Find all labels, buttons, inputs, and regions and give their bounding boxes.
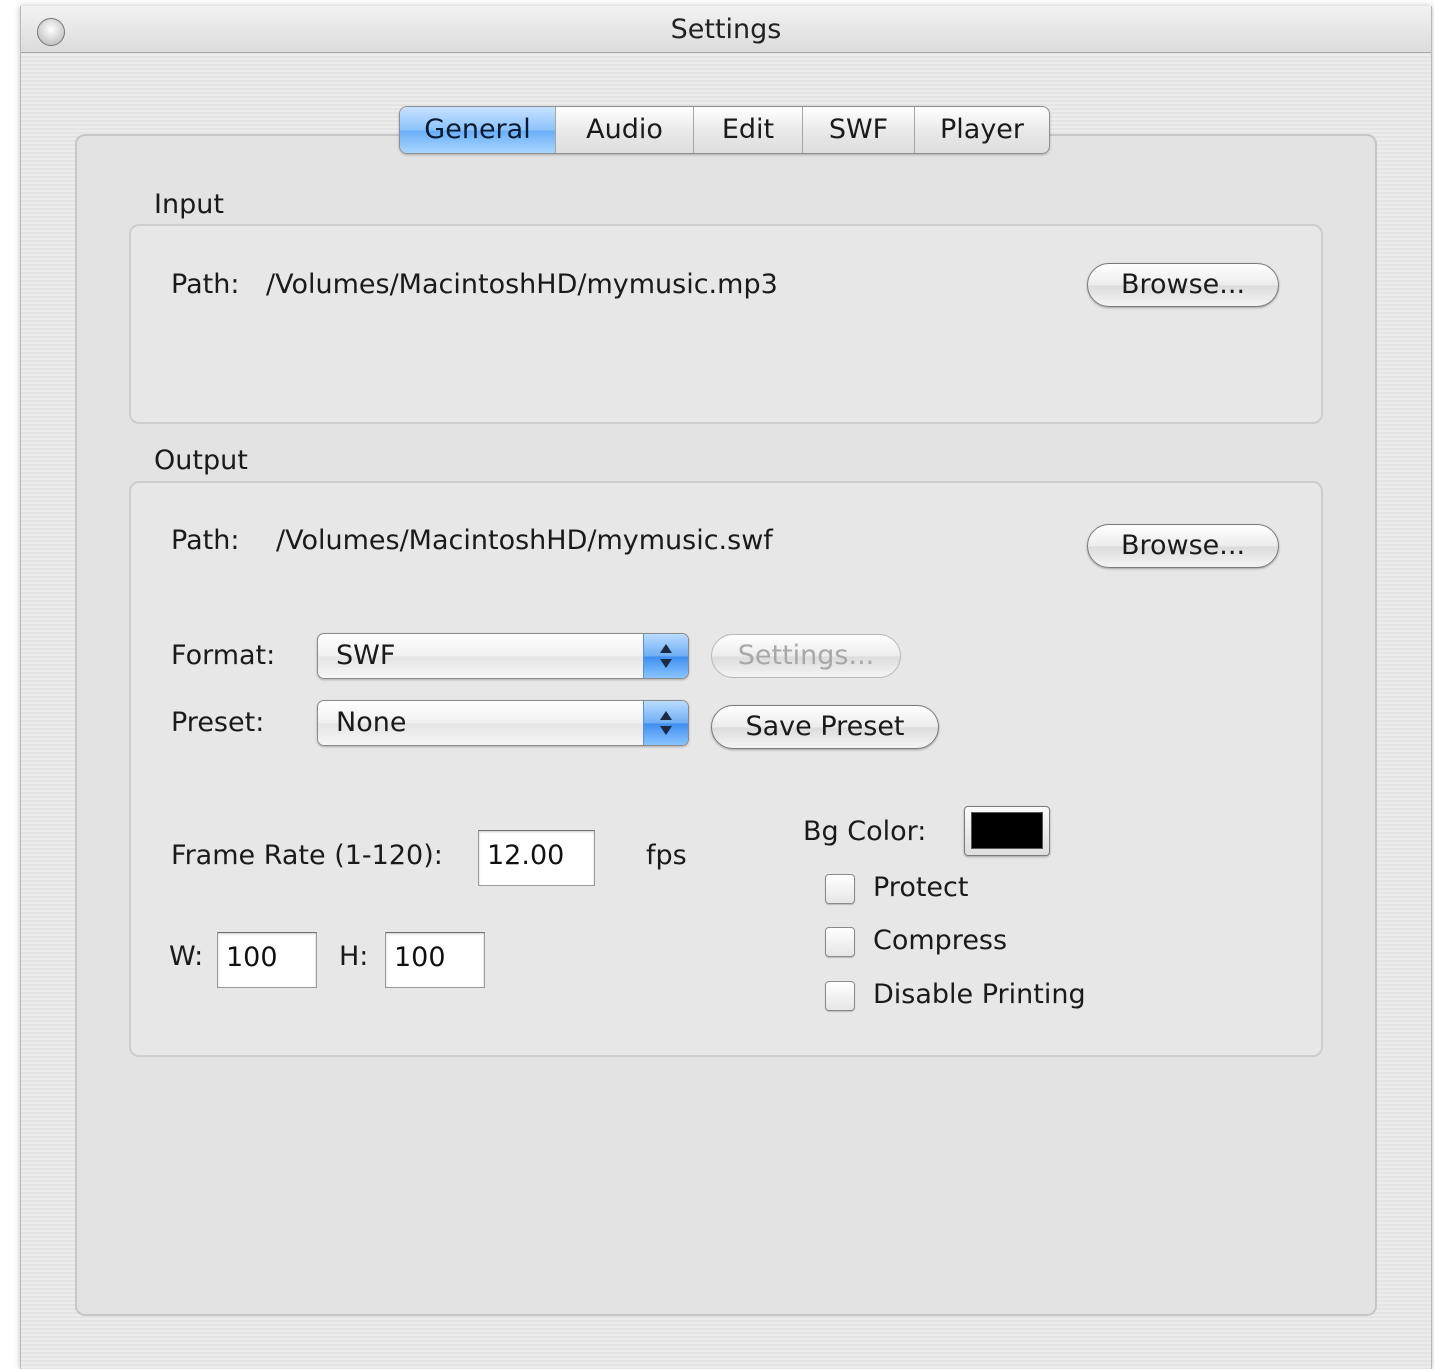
input-group xyxy=(129,224,1323,424)
protect-checkbox[interactable] xyxy=(825,874,855,904)
input-path-value: /Volumes/MacintoshHD/mymusic.mp3 xyxy=(266,269,778,300)
title-bar[interactable]: Settings xyxy=(21,6,1431,53)
popup-arrows-icon xyxy=(643,634,688,678)
compress-checkbox[interactable] xyxy=(825,927,855,957)
tab-edit[interactable]: Edit xyxy=(694,107,803,153)
format-label: Format: xyxy=(171,640,276,671)
tab-audio[interactable]: Audio xyxy=(556,107,694,153)
preset-select[interactable]: None xyxy=(317,700,689,746)
frame-rate-input[interactable]: 12.00 xyxy=(478,830,595,886)
disable-printing-checkbox[interactable] xyxy=(825,981,855,1011)
popup-arrows-icon xyxy=(643,701,688,745)
protect-label: Protect xyxy=(873,872,969,903)
format-select-value: SWF xyxy=(336,640,396,671)
height-input[interactable]: 100 xyxy=(385,932,485,988)
format-select[interactable]: SWF xyxy=(317,633,689,679)
preset-select-value: None xyxy=(336,707,407,738)
output-path-label: Path: xyxy=(171,525,240,556)
disable-printing-label: Disable Printing xyxy=(873,979,1086,1010)
settings-window: Settings General Audio Edit SWF Player I… xyxy=(20,6,1432,1369)
input-browse-button[interactable]: Browse... xyxy=(1087,263,1279,307)
tab-general[interactable]: General xyxy=(400,107,556,153)
format-settings-button[interactable]: Settings... xyxy=(711,634,901,678)
input-group-label: Input xyxy=(154,189,224,220)
tab-bar: General Audio Edit SWF Player xyxy=(399,106,1050,154)
width-label: W: xyxy=(169,941,204,972)
height-label: H: xyxy=(339,941,369,972)
bg-color-well[interactable] xyxy=(964,806,1050,856)
save-preset-button[interactable]: Save Preset xyxy=(711,705,939,749)
output-group-label: Output xyxy=(154,445,248,476)
input-path-label: Path: xyxy=(171,269,240,300)
bg-color-swatch xyxy=(971,812,1043,849)
tab-player[interactable]: Player xyxy=(915,107,1049,153)
output-browse-button[interactable]: Browse... xyxy=(1087,524,1279,568)
tab-swf[interactable]: SWF xyxy=(803,107,915,153)
preset-label: Preset: xyxy=(171,707,265,738)
bg-color-label: Bg Color: xyxy=(803,816,927,847)
window-title: Settings xyxy=(670,14,782,45)
output-path-value: /Volumes/MacintoshHD/mymusic.swf xyxy=(276,525,773,556)
frame-rate-unit: fps xyxy=(646,840,687,871)
compress-label: Compress xyxy=(873,925,1008,956)
width-input[interactable]: 100 xyxy=(217,932,317,988)
frame-rate-label: Frame Rate (1-120): xyxy=(171,840,443,871)
